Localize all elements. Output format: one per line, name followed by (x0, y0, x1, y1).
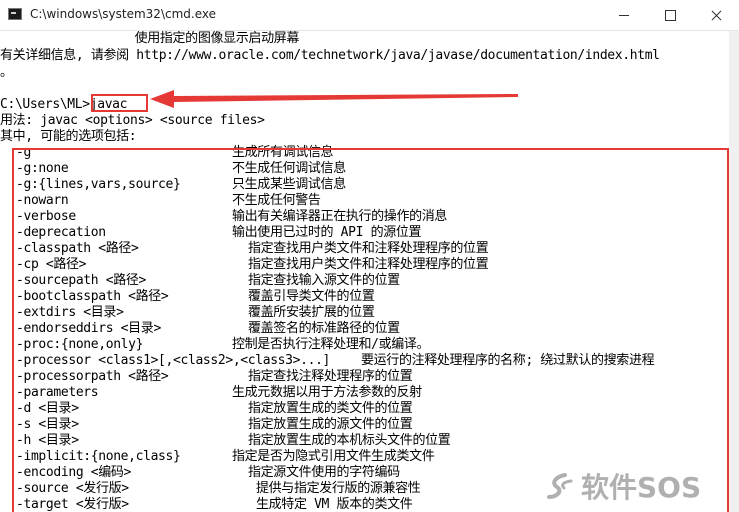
minimize-icon (619, 14, 629, 16)
minimize-button[interactable] (601, 0, 647, 30)
console-line: 有关详细信息, 请参阅 http://www.oracle.com/techne… (0, 48, 660, 63)
usage-line: 用法: javac <options> <source files> (0, 113, 265, 128)
cmd-window: C:\windows\system32\cmd.exe 使用指定的图像显示启动屏… (0, 0, 739, 512)
watermark: 软件SOS (545, 466, 701, 506)
maximize-button[interactable] (647, 0, 693, 30)
maximize-icon (664, 9, 676, 21)
cmd-app-icon[interactable] (8, 8, 22, 20)
close-icon (711, 10, 722, 21)
console-line: 使用指定的图像显示启动屏幕 (0, 31, 300, 46)
javac-highlight-box (91, 94, 148, 112)
vertical-scrollbar[interactable] (729, 31, 739, 512)
title-bar[interactable]: C:\windows\system32\cmd.exe (0, 0, 739, 31)
watermark-logo-icon (547, 473, 573, 499)
window-title: C:\windows\system32\cmd.exe (30, 7, 216, 21)
console-line: 。 (0, 65, 13, 80)
options-highlight-box (12, 148, 729, 512)
prompt: C:\Users\ML> (0, 97, 90, 112)
watermark-text: 软件SOS (581, 471, 702, 504)
close-button[interactable] (693, 0, 739, 30)
options-intro-line: 其中, 可能的选项包括: (0, 129, 137, 144)
annotation-arrow-icon (150, 90, 518, 108)
